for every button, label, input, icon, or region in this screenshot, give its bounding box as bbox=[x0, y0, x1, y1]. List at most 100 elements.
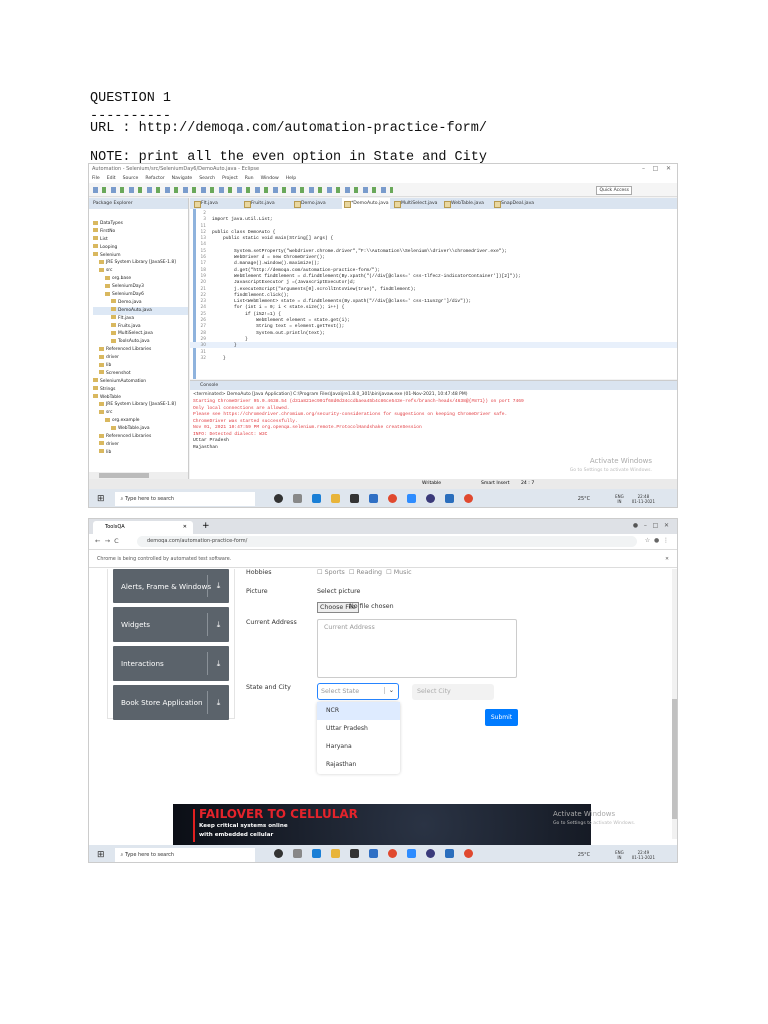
hobby-checkboxes[interactable]: ☐ Sports ☐ Reading ☐ Music bbox=[317, 569, 412, 576]
folder-icon bbox=[93, 378, 98, 383]
city-select[interactable]: Select City bbox=[412, 684, 494, 700]
tree-item[interactable]: Strings bbox=[93, 386, 188, 394]
menu-edit[interactable]: Edit bbox=[107, 174, 116, 183]
tree-item[interactable]: SeleniumAutomation bbox=[93, 378, 188, 386]
package-explorer-tab[interactable]: Package Explorer bbox=[89, 198, 188, 209]
tree-item-label: lib bbox=[106, 363, 112, 369]
menu-refactor[interactable]: Refactor bbox=[145, 174, 164, 183]
tree-item-label: Selenium bbox=[100, 252, 121, 258]
infobar-close-icon[interactable]: ✕ bbox=[665, 551, 669, 568]
tree-item[interactable]: WebTable.java bbox=[93, 425, 188, 433]
eclipse-statusbar: Writable Smart Insert 24 : 7 bbox=[89, 479, 677, 489]
tree-item-label: DataTypes bbox=[100, 221, 123, 226]
no-file-text: No file chosen bbox=[349, 603, 394, 610]
activate-windows-sub: Go to Settings to activate Windows. bbox=[569, 468, 652, 473]
tree-item-label: JRE System Library [JavaSE-1.8] bbox=[106, 260, 176, 266]
taskbar-apps[interactable] bbox=[269, 493, 478, 505]
menu-file[interactable]: File bbox=[92, 174, 100, 183]
tree-item[interactable]: ToolsAuto.java bbox=[93, 338, 188, 346]
tree-item[interactable]: Flt.java bbox=[93, 315, 188, 323]
menu-source[interactable]: Source bbox=[123, 174, 139, 183]
editor-tab[interactable]: Demo.java bbox=[292, 198, 340, 209]
tree-item[interactable]: JRE System Library [JavaSE-1.8] bbox=[93, 401, 188, 409]
menu-help[interactable]: Help bbox=[286, 174, 296, 183]
tree-item[interactable]: lib bbox=[93, 449, 188, 457]
tree-item[interactable]: FirstNo bbox=[93, 228, 188, 236]
new-tab-button[interactable]: + bbox=[202, 521, 210, 531]
editor-tab[interactable]: Fruits.java bbox=[242, 198, 290, 209]
tree-item[interactable]: Selenium bbox=[93, 252, 188, 260]
tree-item[interactable]: Demo.java bbox=[93, 299, 188, 307]
tree-item[interactable]: SeleniumDay3 bbox=[93, 283, 188, 291]
editor-tab[interactable]: SnapDeal.java bbox=[492, 198, 540, 209]
console-line: Rajasthan bbox=[193, 444, 218, 450]
menu-search[interactable]: Search bbox=[199, 174, 215, 183]
status-position: 24 : 7 bbox=[521, 481, 535, 486]
browser-tab[interactable]: ToolsQA ✕ bbox=[93, 521, 193, 534]
tree-item[interactable]: Screenshot bbox=[93, 370, 188, 378]
tree-item[interactable]: SeleniumDay6 bbox=[93, 291, 188, 299]
address-bar[interactable]: demoqa.com/automation-practice-form/ bbox=[137, 536, 637, 547]
state-option[interactable]: Uttar Pradesh bbox=[317, 720, 400, 738]
tab-close-icon[interactable]: ✕ bbox=[183, 521, 187, 534]
tree-item[interactable]: Looping bbox=[93, 244, 188, 252]
current-address-textarea[interactable]: Current Address bbox=[317, 619, 517, 678]
tree-item[interactable]: DataTypes bbox=[93, 220, 188, 228]
windows-start-icon[interactable]: ⊞ bbox=[97, 850, 105, 860]
state-option[interactable]: NCR bbox=[317, 702, 400, 720]
window-controls[interactable]: – □ ✕ bbox=[642, 165, 671, 172]
menu-project[interactable]: Project bbox=[222, 174, 238, 183]
menu-run[interactable]: Run bbox=[245, 174, 254, 183]
state-select[interactable]: Select State ⌄ bbox=[317, 683, 399, 700]
tree-item[interactable]: org.base bbox=[93, 275, 188, 283]
folder-icon bbox=[93, 220, 98, 225]
tree-item[interactable]: driver bbox=[93, 354, 188, 362]
browser-window-controls[interactable]: ● – □ ✕ bbox=[633, 522, 669, 529]
editor-tab[interactable]: Flt.java bbox=[192, 198, 240, 209]
tree-item[interactable]: WebTable bbox=[93, 394, 188, 402]
taskbar-search[interactable]: ⌕ Type here to search bbox=[114, 492, 255, 506]
windows-start-icon[interactable]: ⊞ bbox=[97, 494, 105, 504]
ad-banner[interactable]: FAILOVER TO CELLULAR Keep critical syste… bbox=[173, 804, 591, 846]
submit-button[interactable]: Submit bbox=[485, 709, 518, 726]
tree-item[interactable]: Referenced Libraries bbox=[93, 433, 188, 441]
sidebar-book-store[interactable]: Book Store Application ⤓ bbox=[113, 685, 229, 720]
folder-icon bbox=[93, 236, 98, 241]
code-editor[interactable]: 2 3 11 12 13 14 15 16 17 18 19 20 21 22 23 24 25 26 27 28 29… bbox=[190, 209, 677, 379]
tree-item[interactable]: DemoAuto.java bbox=[93, 306, 188, 315]
state-option[interactable]: Haryana bbox=[317, 738, 400, 756]
explorer-scrollbar[interactable] bbox=[89, 472, 188, 479]
profile-menu[interactable]: ☆ ● ⋮ bbox=[645, 537, 669, 544]
editor-tab[interactable]: *DemoAuto.java bbox=[342, 198, 390, 209]
sidebar-widgets[interactable]: Widgets ⤓ bbox=[113, 607, 229, 642]
quick-access-input[interactable]: Quick Access bbox=[596, 186, 632, 195]
tree-item-label: List bbox=[100, 236, 108, 242]
tree-item[interactable]: List bbox=[93, 236, 188, 244]
tree-item[interactable]: MultiSelect.java bbox=[93, 330, 188, 338]
status-insert: Smart Insert bbox=[481, 481, 510, 486]
sidebar-alerts[interactable]: Alerts, Frame & Windows ⤓ bbox=[113, 569, 229, 603]
tree-item[interactable]: Fruits.java bbox=[93, 323, 188, 331]
tree-item[interactable]: JRE System Library [JavaSE-1.8] bbox=[93, 259, 188, 267]
tree-item[interactable]: org.example bbox=[93, 417, 188, 425]
editor-tab[interactable]: WebTable.java bbox=[442, 198, 490, 209]
toolbar-icons[interactable] bbox=[93, 187, 393, 193]
tree-item-label: org.example bbox=[112, 418, 140, 424]
menu-navigate[interactable]: Navigate bbox=[172, 174, 193, 183]
sidebar-interactions[interactable]: Interactions ⤓ bbox=[113, 646, 229, 681]
picture-label: Picture bbox=[246, 588, 268, 595]
menu-window[interactable]: Window bbox=[261, 174, 279, 183]
tree-item[interactable]: src bbox=[93, 267, 188, 275]
editor-tab[interactable]: MultiSelect.java bbox=[392, 198, 440, 209]
tree-item[interactable]: Referenced Libraries bbox=[93, 346, 188, 354]
console-tab[interactable]: Console bbox=[190, 381, 677, 390]
state-option[interactable]: Rajasthan bbox=[317, 756, 400, 774]
taskbar-search[interactable]: ⌕ Type here to search bbox=[114, 847, 255, 862]
tree-item[interactable]: driver bbox=[93, 441, 188, 449]
page-scrollbar[interactable] bbox=[672, 569, 677, 839]
nav-buttons[interactable]: ← → C bbox=[95, 537, 119, 545]
tree-item[interactable]: lib bbox=[93, 362, 188, 370]
taskbar-apps[interactable] bbox=[269, 849, 478, 860]
folder-icon bbox=[99, 346, 104, 351]
tree-item[interactable]: src bbox=[93, 409, 188, 417]
